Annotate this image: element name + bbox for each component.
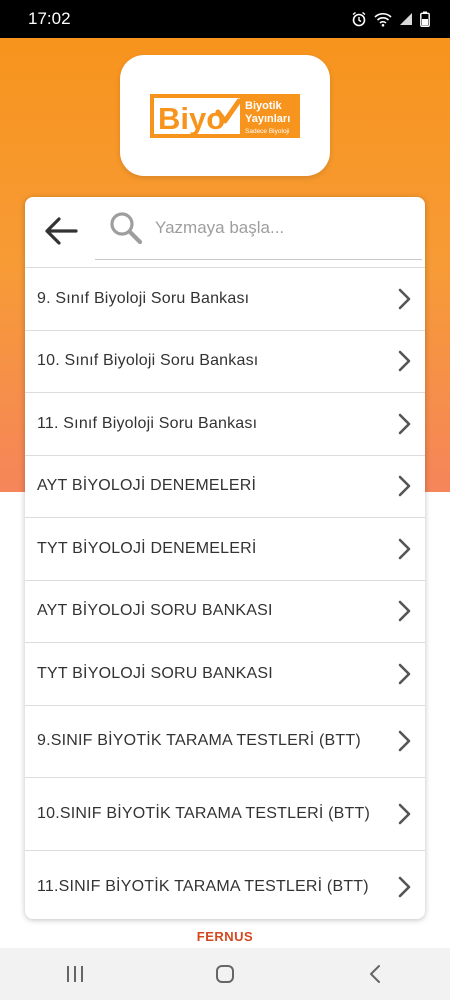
chevron-right-icon bbox=[398, 600, 411, 622]
search-icon bbox=[109, 211, 143, 250]
list-item[interactable]: 11.SINIF BİYOTİK TARAMA TESTLERİ (BTT) bbox=[25, 851, 425, 919]
footer-brand: FERNUS bbox=[196, 929, 254, 944]
chevron-right-icon bbox=[398, 288, 411, 310]
signal-icon bbox=[400, 13, 412, 25]
chevron-right-icon bbox=[398, 475, 411, 497]
svg-text:Sadece Biyoloji: Sadece Biyoloji bbox=[245, 128, 289, 135]
list-item-label: 9.SINIF BİYOTİK TARAMA TESTLERİ (BTT) bbox=[37, 732, 361, 750]
list-item[interactable]: 10. Sınıf Biyoloji Soru Bankası bbox=[25, 331, 425, 393]
biyotik-logo: Biyo Biyotik Yayınları Sadece Biyoloji bbox=[150, 93, 300, 138]
chevron-right-icon bbox=[398, 350, 411, 372]
status-bar: 17:02 bbox=[0, 0, 450, 38]
recent-apps-button[interactable] bbox=[45, 952, 105, 996]
list-item-label: TYT BİYOLOJİ DENEMELERİ bbox=[37, 539, 257, 557]
list-item-label: 11.SINIF BİYOTİK TARAMA TESTLERİ (BTT) bbox=[37, 878, 369, 896]
list-card: 9. Sınıf Biyoloji Soru Bankası 10. Sınıf… bbox=[25, 197, 425, 919]
chevron-right-icon bbox=[398, 876, 411, 898]
list-item-label: 10.SINIF BİYOTİK TARAMA TESTLERİ (BTT) bbox=[37, 805, 370, 823]
back-nav-button[interactable] bbox=[345, 952, 405, 996]
arrow-left-icon bbox=[45, 217, 78, 245]
chevron-right-icon bbox=[398, 413, 411, 435]
list-item[interactable]: 10.SINIF BİYOTİK TARAMA TESTLERİ (BTT) bbox=[25, 778, 425, 851]
back-button[interactable] bbox=[41, 213, 81, 249]
list-item-label: TYT BİYOLOJİ SORU BANKASI bbox=[37, 664, 273, 682]
list-item[interactable]: TYT BİYOLOJİ SORU BANKASI bbox=[25, 643, 425, 706]
list-item[interactable]: 11. Sınıf Biyoloji Soru Bankası bbox=[25, 393, 425, 456]
course-list: 9. Sınıf Biyoloji Soru Bankası 10. Sınıf… bbox=[25, 268, 425, 919]
status-icons bbox=[351, 11, 430, 27]
chevron-right-icon bbox=[398, 538, 411, 560]
search-input[interactable] bbox=[155, 211, 405, 245]
navigation-bar bbox=[0, 948, 450, 1000]
back-icon bbox=[370, 965, 380, 983]
wifi-icon bbox=[374, 13, 392, 27]
chevron-right-icon bbox=[398, 663, 411, 685]
list-item[interactable]: 9. Sınıf Biyoloji Soru Bankası bbox=[25, 268, 425, 331]
list-item-label: 11. Sınıf Biyoloji Soru Bankası bbox=[37, 414, 258, 432]
home-button[interactable] bbox=[195, 952, 255, 996]
svg-text:Biyo: Biyo bbox=[158, 101, 225, 136]
svg-text:Biyotik: Biyotik bbox=[245, 100, 283, 112]
recent-apps-icon bbox=[67, 966, 83, 982]
search-row bbox=[25, 197, 425, 268]
battery-icon bbox=[420, 11, 430, 27]
list-item[interactable]: 9.SINIF BİYOTİK TARAMA TESTLERİ (BTT) bbox=[25, 706, 425, 779]
svg-text:Yayınları: Yayınları bbox=[245, 113, 290, 125]
list-item[interactable]: AYT BİYOLOJİ SORU BANKASI bbox=[25, 581, 425, 643]
list-item-label: 10. Sınıf Biyoloji Soru Bankası bbox=[37, 352, 259, 370]
chevron-right-icon bbox=[398, 731, 411, 752]
list-item-label: AYT BİYOLOJİ DENEMELERİ bbox=[37, 477, 257, 495]
status-time: 17:02 bbox=[28, 9, 71, 28]
list-item[interactable]: AYT BİYOLOJİ DENEMELERİ bbox=[25, 456, 425, 518]
logo-card: Biyo Biyotik Yayınları Sadece Biyoloji bbox=[120, 55, 330, 176]
list-item[interactable]: TYT BİYOLOJİ DENEMELERİ bbox=[25, 518, 425, 581]
list-item-label: AYT BİYOLOJİ SORU BANKASI bbox=[37, 602, 273, 620]
chevron-right-icon bbox=[398, 803, 411, 825]
home-icon bbox=[216, 965, 234, 983]
search-field[interactable] bbox=[95, 197, 422, 260]
alarm-icon bbox=[352, 11, 366, 27]
list-item-label: 9. Sınıf Biyoloji Soru Bankası bbox=[37, 289, 250, 307]
